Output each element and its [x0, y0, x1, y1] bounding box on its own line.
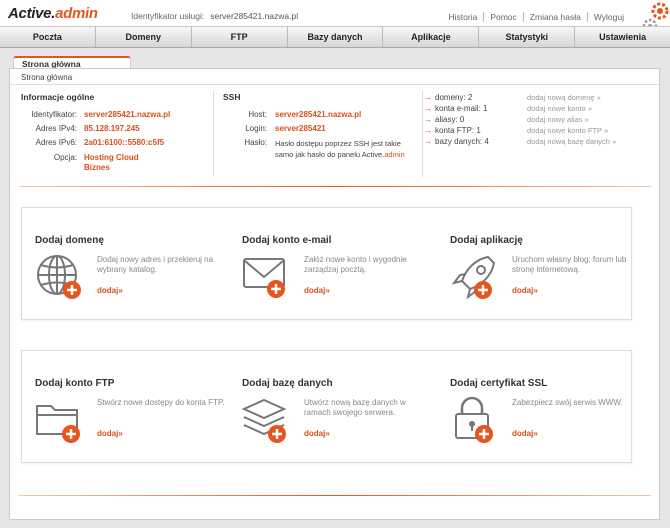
- ssh-title: SSH: [223, 92, 241, 102]
- divider: [19, 495, 651, 496]
- main-nav: Poczta Domeny FTP Bazy danych Aplikacje …: [0, 26, 670, 48]
- padlock-icon[interactable]: [450, 396, 498, 444]
- main-panel: Strona główna Informacje ogólne Identyfi…: [9, 68, 660, 520]
- help-link[interactable]: Pomoc: [483, 12, 522, 22]
- add-ftp-account-link[interactable]: dodaj nowe konto FTP »: [527, 126, 608, 135]
- stat-ftp-accounts: → konta FTP: 1: [424, 126, 481, 135]
- add-database-button[interactable]: dodaj»: [304, 429, 330, 438]
- tab-statystyki[interactable]: Statystyki: [479, 27, 576, 47]
- column-divider: [422, 91, 423, 177]
- add-domain-link[interactable]: dodaj nową domenę »: [527, 93, 601, 102]
- top-bar: Active.admin Identyfikator usługi: server…: [0, 0, 670, 34]
- add-email-account-link[interactable]: dodaj nowe konto »: [527, 104, 592, 113]
- tab-ftp[interactable]: FTP: [192, 27, 288, 47]
- divider: [19, 186, 651, 187]
- database-layers-icon[interactable]: [241, 396, 290, 444]
- add-application-button[interactable]: dodaj»: [512, 286, 538, 295]
- tab-domeny[interactable]: Domeny: [96, 27, 192, 47]
- add-email-button[interactable]: dodaj»: [304, 286, 330, 295]
- breadcrumb: Strona główna: [21, 73, 73, 82]
- add-ssl-button[interactable]: dodaj»: [512, 429, 538, 438]
- top-links: Historia Pomoc Zmiana hasła Wyloguj: [443, 12, 630, 22]
- service-identifier: Identyfikator usługi: server285421.nazwa.…: [131, 11, 299, 21]
- stat-email-accounts: → konta e-mail: 1: [424, 104, 488, 113]
- stat-databases: → bazy danych: 4: [424, 137, 489, 146]
- globe-icon[interactable]: [35, 253, 83, 301]
- quick-actions-box: Dodaj konto FTP Stwórz nowe dostępy do k…: [21, 350, 632, 463]
- history-link[interactable]: Historia: [443, 12, 484, 22]
- tab-ustawienia[interactable]: Ustawienia: [575, 27, 670, 47]
- add-database-link[interactable]: dodaj nową bazę danych »: [527, 137, 616, 146]
- column-divider: [213, 91, 214, 177]
- add-alias-link[interactable]: dodaj nowy alias »: [527, 115, 589, 124]
- general-info-title: Informacje ogólne: [21, 92, 95, 102]
- option-value-line2: Biznes: [84, 163, 110, 172]
- add-ftp-button[interactable]: dodaj»: [97, 429, 123, 438]
- tab-poczta[interactable]: Poczta: [0, 27, 96, 47]
- stat-aliases: → aliasy: 0: [424, 115, 465, 124]
- ssh-password-note: Hasło dostępu poprzez SSH jest takie sam…: [275, 139, 405, 159]
- logout-link[interactable]: Wyloguj: [586, 12, 630, 22]
- rocket-icon[interactable]: [450, 253, 498, 301]
- change-password-link[interactable]: Zmiana hasła: [522, 12, 587, 22]
- quick-actions-box: Dodaj domenę Dodaj nowy adres i przekier…: [21, 207, 632, 320]
- divider: [10, 84, 659, 85]
- add-domain-button[interactable]: dodaj»: [97, 286, 123, 295]
- tab-aplikacje[interactable]: Aplikacje: [383, 27, 480, 47]
- logo[interactable]: Active.admin: [8, 5, 98, 22]
- envelope-icon[interactable]: [242, 253, 290, 301]
- tab-bazy-danych[interactable]: Bazy danych: [288, 27, 384, 47]
- stat-domains: → domeny: 2: [424, 93, 473, 102]
- folder-icon[interactable]: [35, 396, 83, 444]
